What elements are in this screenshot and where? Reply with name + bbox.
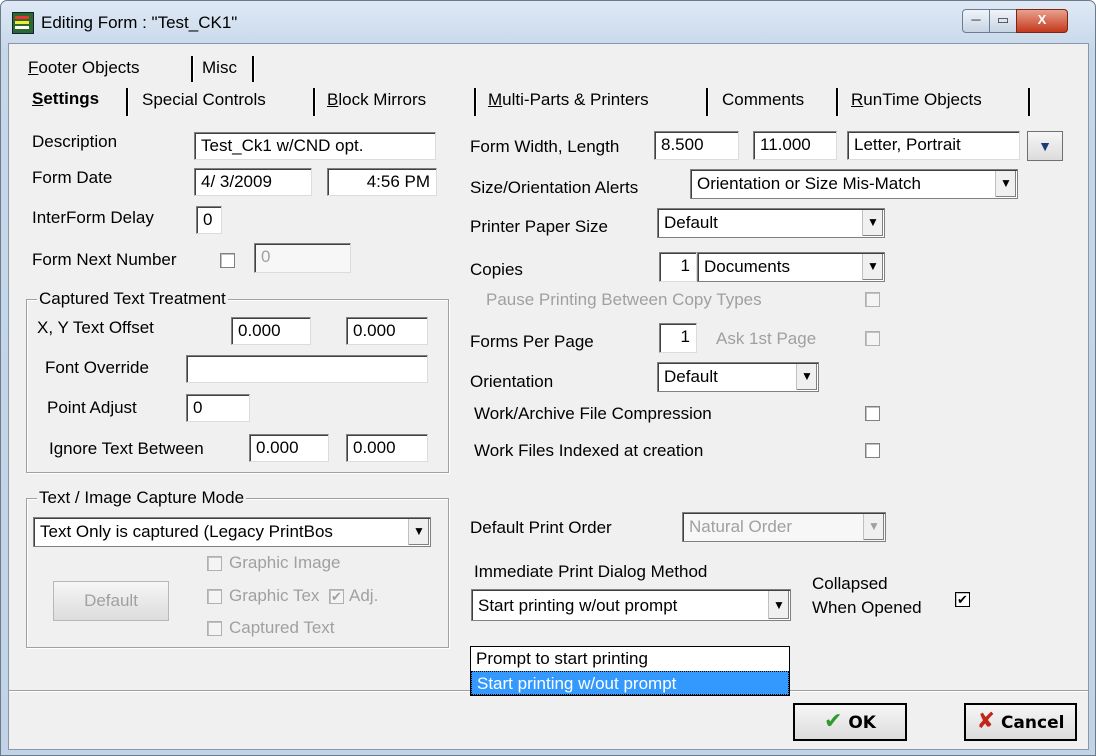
form-date-label: Form Date <box>32 168 113 187</box>
form-next-number-checkbox[interactable] <box>220 253 235 268</box>
close-button[interactable]: X <box>1016 9 1068 33</box>
tab-runtime-objects[interactable]: RunTime Objects <box>851 90 982 110</box>
chevron-down-icon: ▼ <box>862 210 883 236</box>
printer-paper-size-select[interactable]: Default ▼ <box>657 208 885 238</box>
tab-multi-parts-printers[interactable]: Multi-Parts & Printers <box>488 90 649 110</box>
maximize-button[interactable]: ▭ <box>989 9 1017 33</box>
default-print-order-select[interactable]: Natural Order ▼ <box>682 512 886 542</box>
graphic-text-checkbox[interactable] <box>207 589 222 604</box>
adj-label: Adj. <box>349 586 379 605</box>
app-icon <box>12 12 34 34</box>
dialog-client: Footer Objects Misc Settings Special Con… <box>8 43 1089 750</box>
pause-printing-checkbox[interactable] <box>865 292 880 307</box>
collapsed-checkbox[interactable]: ✔ <box>955 592 970 607</box>
collapsed-label-line1: Collapsed <box>812 574 888 593</box>
immediate-print-dropdown-list: Prompt to start printing Start printing … <box>470 646 790 696</box>
check-icon: ✔ <box>824 709 843 734</box>
copies-count-input[interactable]: 1 <box>659 252 697 282</box>
y-offset-input[interactable]: 0.000 <box>346 317 428 345</box>
copy-type-select[interactable]: Documents ▼ <box>697 252 885 282</box>
pause-printing-label: Pause Printing Between Copy Types <box>486 290 762 309</box>
interform-delay-label: InterForm Delay <box>32 208 154 227</box>
captured-text-title: Captured Text Treatment <box>37 289 228 309</box>
size-alerts-select[interactable]: Orientation or Size Mis-Match ▼ <box>690 169 1018 199</box>
form-next-number-label: Form Next Number <box>32 250 177 269</box>
paper-dropdown-button[interactable]: ▼ <box>1027 131 1063 161</box>
default-button[interactable]: Default <box>53 581 169 621</box>
graphic-text-label: Graphic Tex <box>229 586 320 605</box>
description-input[interactable]: Test_Ck1 w/CND opt. <box>194 132 436 160</box>
chevron-down-icon: ▼ <box>768 591 789 619</box>
compression-label: Work/Archive File Compression <box>474 404 712 423</box>
printer-paper-size-label: Printer Paper Size <box>470 217 608 236</box>
font-override-label: Font Override <box>45 358 149 377</box>
point-adjust-label: Point Adjust <box>47 398 137 417</box>
captured-text-checkbox[interactable] <box>207 621 222 636</box>
graphic-image-checkbox[interactable] <box>207 556 222 571</box>
paper-size-display: Letter, Portrait <box>847 131 1020 160</box>
description-label: Description <box>32 132 118 151</box>
tab-settings[interactable]: Settings <box>32 89 99 109</box>
chevron-down-icon: ▼ <box>408 519 429 545</box>
orientation-label: Orientation <box>470 372 554 391</box>
chevron-down-icon: ▼ <box>995 171 1016 197</box>
title-bar[interactable]: Editing Form : "Test_CK1" ─ ▭ X <box>1 1 1095 43</box>
size-alerts-label: Size/Orientation Alerts <box>470 178 639 197</box>
immediate-print-label: Immediate Print Dialog Method <box>474 562 708 581</box>
font-override-input[interactable] <box>186 355 428 383</box>
indexed-label: Work Files Indexed at creation <box>474 441 704 460</box>
dropdown-option-no-prompt[interactable]: Start printing w/out prompt <box>471 671 789 695</box>
tab-comments[interactable]: Comments <box>722 90 804 110</box>
forms-per-page-label: Forms Per Page <box>470 332 594 351</box>
graphic-image-label: Graphic Image <box>229 553 341 572</box>
ignore-to-input[interactable]: 0.000 <box>346 434 428 462</box>
interform-delay-input[interactable]: 0 <box>196 206 222 234</box>
forms-per-page-input[interactable]: 1 <box>659 323 697 353</box>
ask-first-page-label: Ask 1st Page <box>716 329 817 348</box>
form-length-input[interactable]: 11.000 <box>753 131 837 160</box>
dropdown-option-prompt[interactable]: Prompt to start printing <box>471 647 789 671</box>
ok-button[interactable]: ✔ OK <box>793 703 907 741</box>
collapsed-label-line2: When Opened <box>812 598 922 617</box>
form-width-input[interactable]: 8.500 <box>654 131 739 160</box>
ask-first-page-checkbox[interactable] <box>865 331 880 346</box>
tab-special-controls[interactable]: Special Controls <box>142 90 266 110</box>
default-print-order-label: Default Print Order <box>470 518 612 537</box>
form-width-length-label: Form Width, Length <box>470 137 620 156</box>
orientation-select[interactable]: Default ▼ <box>657 362 819 392</box>
ignore-text-label: Ignore Text Between <box>49 439 204 458</box>
chevron-down-icon: ▼ <box>1038 138 1052 154</box>
capture-mode-select[interactable]: Text Only is captured (Legacy PrintBos ▼ <box>33 517 431 547</box>
indexed-checkbox[interactable] <box>865 443 880 458</box>
cancel-button[interactable]: ✘ Cancel <box>964 703 1077 741</box>
chevron-down-icon: ▼ <box>863 514 884 540</box>
point-adjust-input[interactable]: 0 <box>186 394 250 422</box>
immediate-print-select[interactable]: Start printing w/out prompt ▼ <box>471 589 791 621</box>
adj-checkbox[interactable]: ✔ <box>329 589 344 604</box>
x-offset-input[interactable]: 0.000 <box>231 317 311 345</box>
form-date-input[interactable]: 4/ 3/2009 <box>194 168 312 196</box>
chevron-down-icon: ▼ <box>862 254 883 280</box>
form-time-input[interactable]: 4:56 PM <box>327 168 437 196</box>
tab-footer-objects[interactable]: Footer Objects <box>28 58 140 78</box>
compression-checkbox[interactable] <box>865 406 880 421</box>
copies-label: Copies <box>470 260 523 279</box>
captured-text-label: Captured Text <box>229 618 335 637</box>
tab-block-mirrors[interactable]: Block Mirrors <box>327 90 426 110</box>
chevron-down-icon: ▼ <box>796 364 817 390</box>
tab-misc[interactable]: Misc <box>202 58 237 78</box>
minimize-button[interactable]: ─ <box>962 9 990 33</box>
ignore-from-input[interactable]: 0.000 <box>249 434 329 462</box>
close-icon: ✘ <box>976 709 996 734</box>
capture-mode-title: Text / Image Capture Mode <box>37 488 247 508</box>
xy-offset-label: X, Y Text Offset <box>37 318 154 337</box>
form-next-number-input[interactable]: 0 <box>254 243 351 273</box>
dialog-window: Editing Form : "Test_CK1" ─ ▭ X Footer O… <box>0 0 1096 756</box>
window-title: Editing Form : "Test_CK1" <box>41 13 238 32</box>
